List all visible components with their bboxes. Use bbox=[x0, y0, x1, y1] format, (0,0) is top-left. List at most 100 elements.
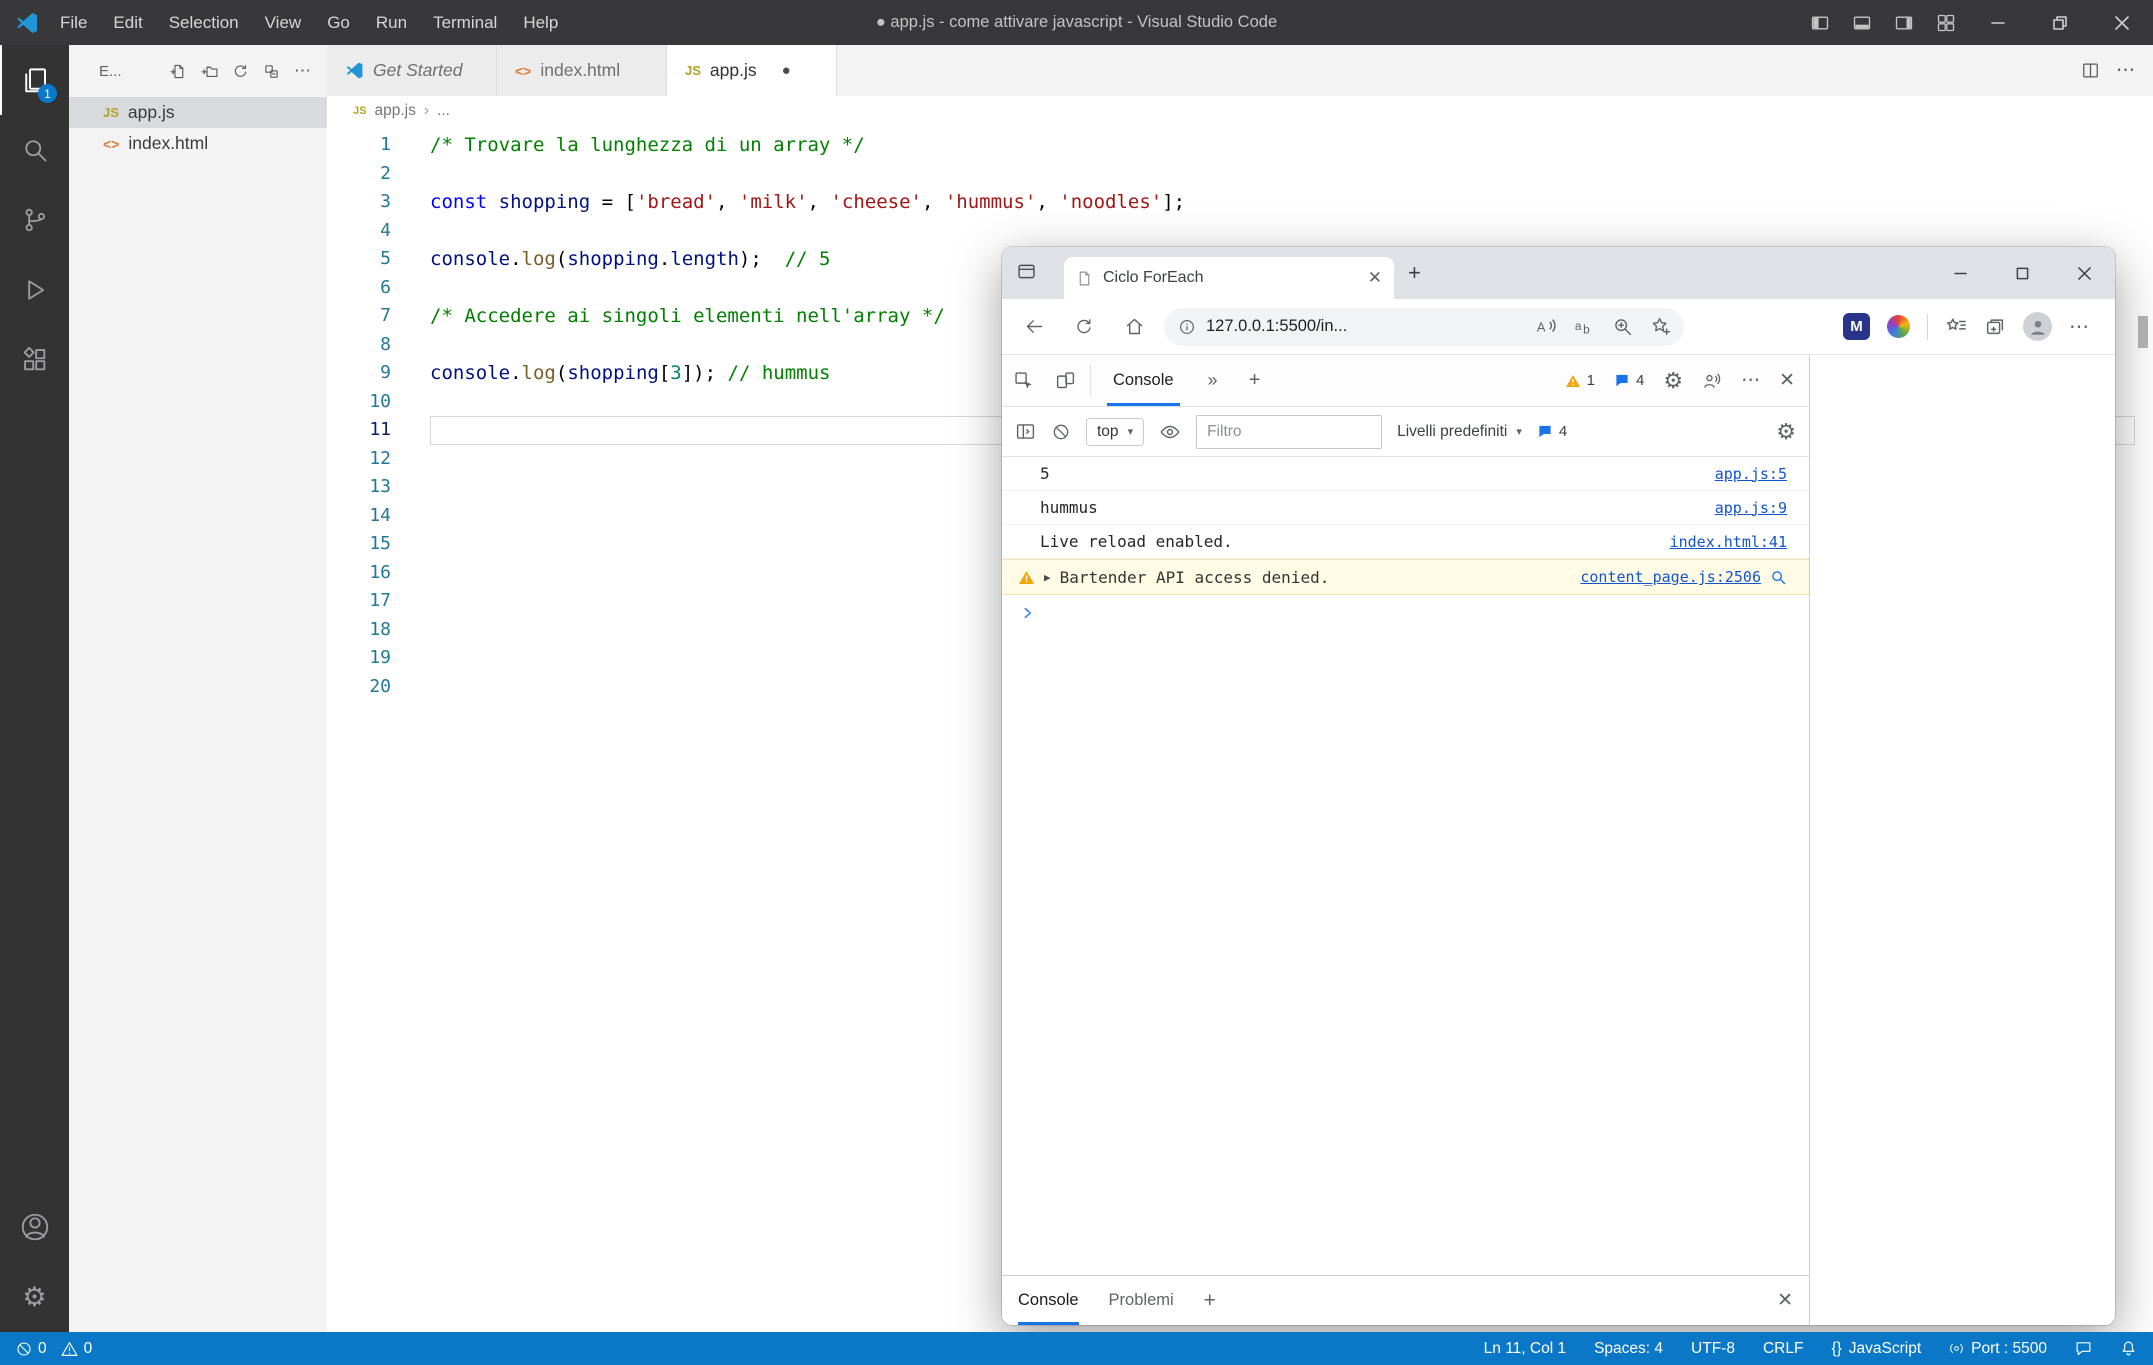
menu-edit[interactable]: Edit bbox=[100, 0, 155, 45]
inspect-element-icon[interactable] bbox=[1002, 355, 1044, 406]
extension-pinwheel-icon[interactable] bbox=[1887, 315, 1910, 338]
activity-extensions[interactable] bbox=[0, 325, 69, 395]
source-link[interactable]: app.js:9 bbox=[1715, 499, 1787, 517]
m-extension-icon[interactable]: M bbox=[1843, 313, 1870, 340]
devtools-menu-icon[interactable]: ⋯ bbox=[1741, 369, 1760, 392]
live-server-port[interactable]: Port : 5500 bbox=[1949, 1340, 2047, 1358]
address-bar[interactable]: 127.0.0.1:5500/in... A ab bbox=[1164, 308, 1684, 346]
menu-go[interactable]: Go bbox=[314, 0, 363, 45]
favorites-bar-icon[interactable] bbox=[1945, 316, 1967, 338]
console-filter-input[interactable] bbox=[1196, 415, 1382, 449]
drawer-tab-console[interactable]: Console bbox=[1018, 1276, 1079, 1325]
browser-close-button[interactable] bbox=[2053, 247, 2115, 299]
editor-tab-get-started[interactable]: Get Started bbox=[327, 45, 497, 96]
more-tabs-icon[interactable]: » bbox=[1192, 355, 1234, 406]
browser-minimize-button[interactable] bbox=[1929, 247, 1991, 299]
language-mode[interactable]: {} JavaScript bbox=[1831, 1340, 1921, 1358]
toolbar-messages-badge[interactable]: 4 bbox=[1537, 423, 1567, 440]
menu-selection[interactable]: Selection bbox=[156, 0, 252, 45]
modified-dot-icon[interactable]: ● bbox=[782, 62, 791, 79]
breadcrumb-more[interactable]: ... bbox=[437, 102, 450, 120]
messages-badge[interactable]: 4 bbox=[1614, 372, 1644, 389]
read-aloud-icon[interactable]: A bbox=[1530, 311, 1562, 343]
indentation[interactable]: Spaces: 4 bbox=[1594, 1340, 1663, 1358]
activity-account[interactable] bbox=[0, 1192, 69, 1262]
clear-console-icon[interactable] bbox=[1051, 422, 1071, 442]
warnings-badge[interactable]: 1 bbox=[1565, 372, 1595, 389]
file-item-app.js[interactable]: JSapp.js bbox=[69, 97, 327, 128]
source-link[interactable]: app.js:5 bbox=[1715, 465, 1787, 483]
eol-sequence[interactable]: CRLF bbox=[1763, 1340, 1803, 1358]
new-tab-icon[interactable]: + bbox=[1408, 262, 1421, 284]
menu-help[interactable]: Help bbox=[510, 0, 571, 45]
editor-tab-app-js[interactable]: JSapp.js● bbox=[667, 45, 837, 96]
close-button[interactable] bbox=[2091, 0, 2153, 45]
expand-arrow-icon[interactable]: ▶ bbox=[1044, 571, 1051, 584]
toggle-secondary-sidebar-icon[interactable] bbox=[1883, 0, 1925, 45]
more-actions-icon[interactable]: ⋯ bbox=[294, 61, 311, 81]
home-icon[interactable] bbox=[1114, 307, 1154, 347]
devtools-feedback-icon[interactable] bbox=[1702, 371, 1722, 391]
activity-search[interactable] bbox=[0, 115, 69, 185]
menu-run[interactable]: Run bbox=[363, 0, 420, 45]
log-levels-selector[interactable]: Livelli predefiniti ▾ bbox=[1397, 423, 1522, 441]
search-message-icon[interactable] bbox=[1770, 569, 1787, 586]
customize-layout-icon[interactable] bbox=[1925, 0, 1967, 45]
console-prompt[interactable] bbox=[1002, 595, 1809, 631]
add-tab-icon[interactable]: + bbox=[1234, 355, 1276, 406]
toggle-primary-sidebar-icon[interactable] bbox=[1799, 0, 1841, 45]
translate-icon[interactable]: ab bbox=[1568, 311, 1600, 343]
minimize-button[interactable] bbox=[1967, 0, 2029, 45]
back-icon[interactable] bbox=[1014, 307, 1054, 347]
activity-explorer[interactable]: 1 bbox=[0, 45, 69, 115]
devtools-tab-console[interactable]: Console bbox=[1107, 355, 1180, 406]
feedback-icon[interactable] bbox=[2075, 1340, 2092, 1357]
collapse-all-icon[interactable] bbox=[263, 63, 280, 80]
encoding[interactable]: UTF-8 bbox=[1691, 1340, 1735, 1358]
split-editor-icon[interactable] bbox=[2081, 61, 2100, 80]
zoom-icon[interactable] bbox=[1606, 311, 1638, 343]
scrollbar-marker[interactable] bbox=[2138, 316, 2148, 348]
profile-avatar[interactable] bbox=[2023, 312, 2052, 341]
breadcrumb[interactable]: JS app.js › ... bbox=[327, 96, 2153, 126]
problems-status[interactable]: 0 0 bbox=[16, 1340, 92, 1358]
url-text[interactable]: 127.0.0.1:5500/in... bbox=[1206, 317, 1347, 336]
collections-icon[interactable] bbox=[1984, 316, 2006, 338]
menu-file[interactable]: File bbox=[47, 0, 100, 45]
new-folder-icon[interactable] bbox=[201, 63, 218, 80]
editor-more-actions-icon[interactable]: ⋯ bbox=[2116, 59, 2135, 82]
notifications-bell-icon[interactable] bbox=[2120, 1340, 2137, 1357]
source-link[interactable]: index.html:41 bbox=[1670, 533, 1787, 551]
new-file-icon[interactable] bbox=[170, 63, 187, 80]
cursor-position[interactable]: Ln 11, Col 1 bbox=[1484, 1340, 1566, 1358]
activity-settings-gear-icon[interactable]: ⚙ bbox=[0, 1262, 69, 1332]
drawer-add-icon[interactable]: + bbox=[1204, 1289, 1216, 1313]
browser-maximize-button[interactable] bbox=[1991, 247, 2053, 299]
browser-menu-icon[interactable]: ⋯ bbox=[2069, 314, 2089, 339]
drawer-tab-problemi[interactable]: Problemi bbox=[1109, 1276, 1174, 1325]
devtools-settings-gear-icon[interactable]: ⚙ bbox=[1663, 370, 1683, 392]
console-settings-gear-icon[interactable]: ⚙ bbox=[1776, 421, 1796, 443]
console-sidebar-icon[interactable] bbox=[1015, 421, 1036, 442]
add-favorite-star-icon[interactable] bbox=[1644, 311, 1676, 343]
context-selector[interactable]: top ▾ bbox=[1086, 418, 1144, 446]
menu-terminal[interactable]: Terminal bbox=[420, 0, 510, 45]
page-viewport[interactable] bbox=[1810, 355, 2115, 1325]
editor-tab-index-html[interactable]: <>index.html bbox=[497, 45, 667, 96]
site-info-icon[interactable] bbox=[1178, 318, 1196, 336]
file-item-index.html[interactable]: <>index.html bbox=[69, 128, 327, 159]
tab-close-icon[interactable]: ✕ bbox=[1368, 268, 1382, 288]
browser-tab[interactable]: Ciclo ForEach ✕ bbox=[1064, 257, 1394, 299]
live-expression-eye-icon[interactable] bbox=[1159, 421, 1181, 443]
device-toolbar-icon[interactable] bbox=[1044, 355, 1086, 406]
refresh-page-icon[interactable] bbox=[1064, 307, 1104, 347]
tab-actions-icon[interactable] bbox=[1016, 261, 1037, 282]
breadcrumb-file[interactable]: app.js bbox=[374, 102, 415, 120]
activity-run-debug[interactable] bbox=[0, 255, 69, 325]
toggle-panel-icon[interactable] bbox=[1841, 0, 1883, 45]
menu-view[interactable]: View bbox=[252, 0, 315, 45]
activity-source-control[interactable] bbox=[0, 185, 69, 255]
restore-button[interactable] bbox=[2029, 0, 2091, 45]
drawer-close-icon[interactable]: ✕ bbox=[1777, 1289, 1793, 1312]
devtools-close-icon[interactable]: ✕ bbox=[1779, 369, 1795, 392]
